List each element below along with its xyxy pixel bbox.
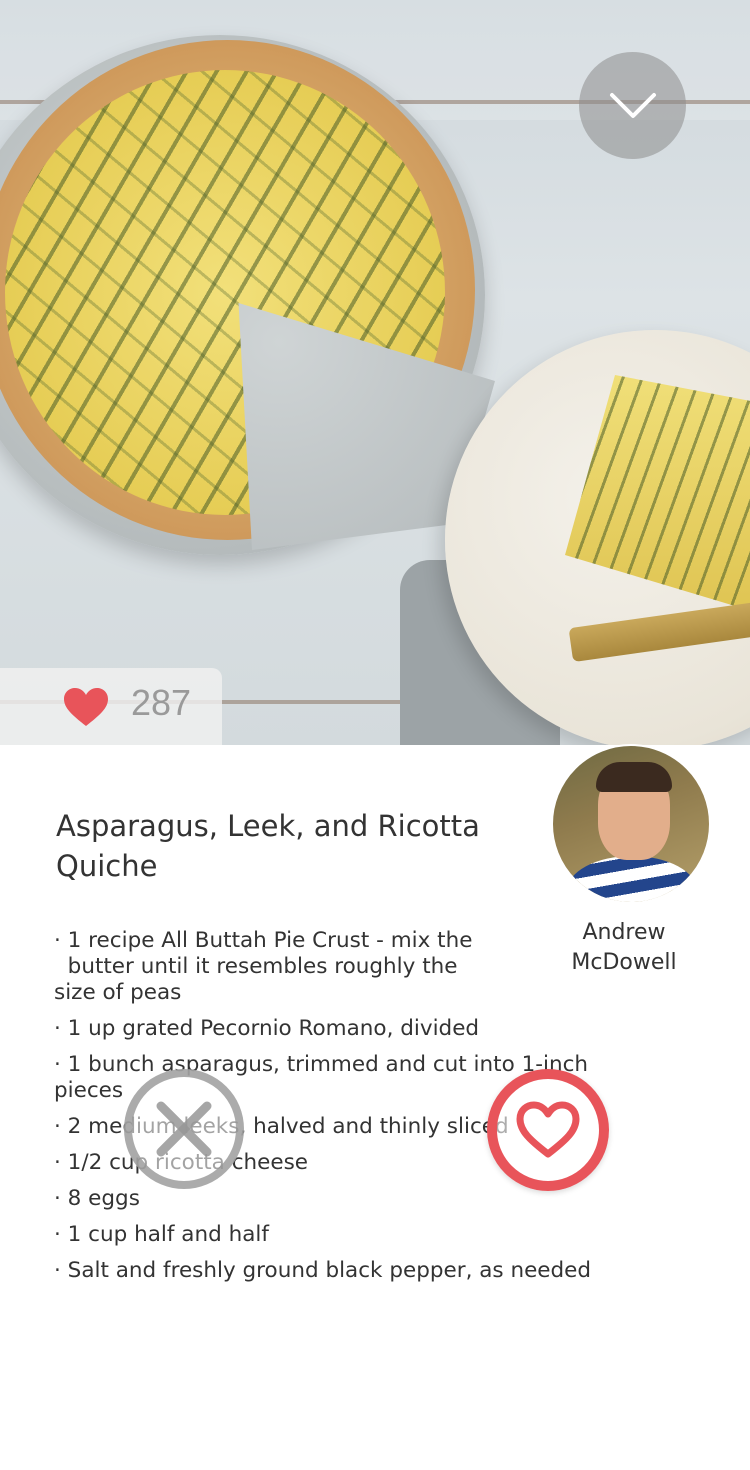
like-button[interactable] xyxy=(487,1069,609,1191)
heart-outline-icon xyxy=(516,1101,580,1158)
chevron-down-icon xyxy=(609,92,656,118)
avatar[interactable] xyxy=(551,744,711,904)
list-item: · Salt and freshly ground black pepper, … xyxy=(54,1258,592,1283)
dismiss-button[interactable] xyxy=(124,1069,244,1189)
recipe-title: Asparagus, Leek, and Ricotta Quiche xyxy=(56,809,480,883)
likes-badge: 287 xyxy=(0,668,222,745)
likes-count: 287 xyxy=(131,682,192,723)
list-item: · 8 eggs xyxy=(54,1186,140,1211)
list-item: · 1 recipe All Buttah Pie Crust - mix th… xyxy=(54,928,473,1005)
list-item: · 1 up grated Pecornio Romano, divided xyxy=(54,1016,480,1041)
heart-icon xyxy=(64,688,108,726)
close-icon xyxy=(156,1101,212,1157)
recipe-photo: 287 xyxy=(0,0,750,745)
list-item: · 1 cup half and half xyxy=(54,1222,269,1247)
collapse-button[interactable] xyxy=(579,52,686,159)
